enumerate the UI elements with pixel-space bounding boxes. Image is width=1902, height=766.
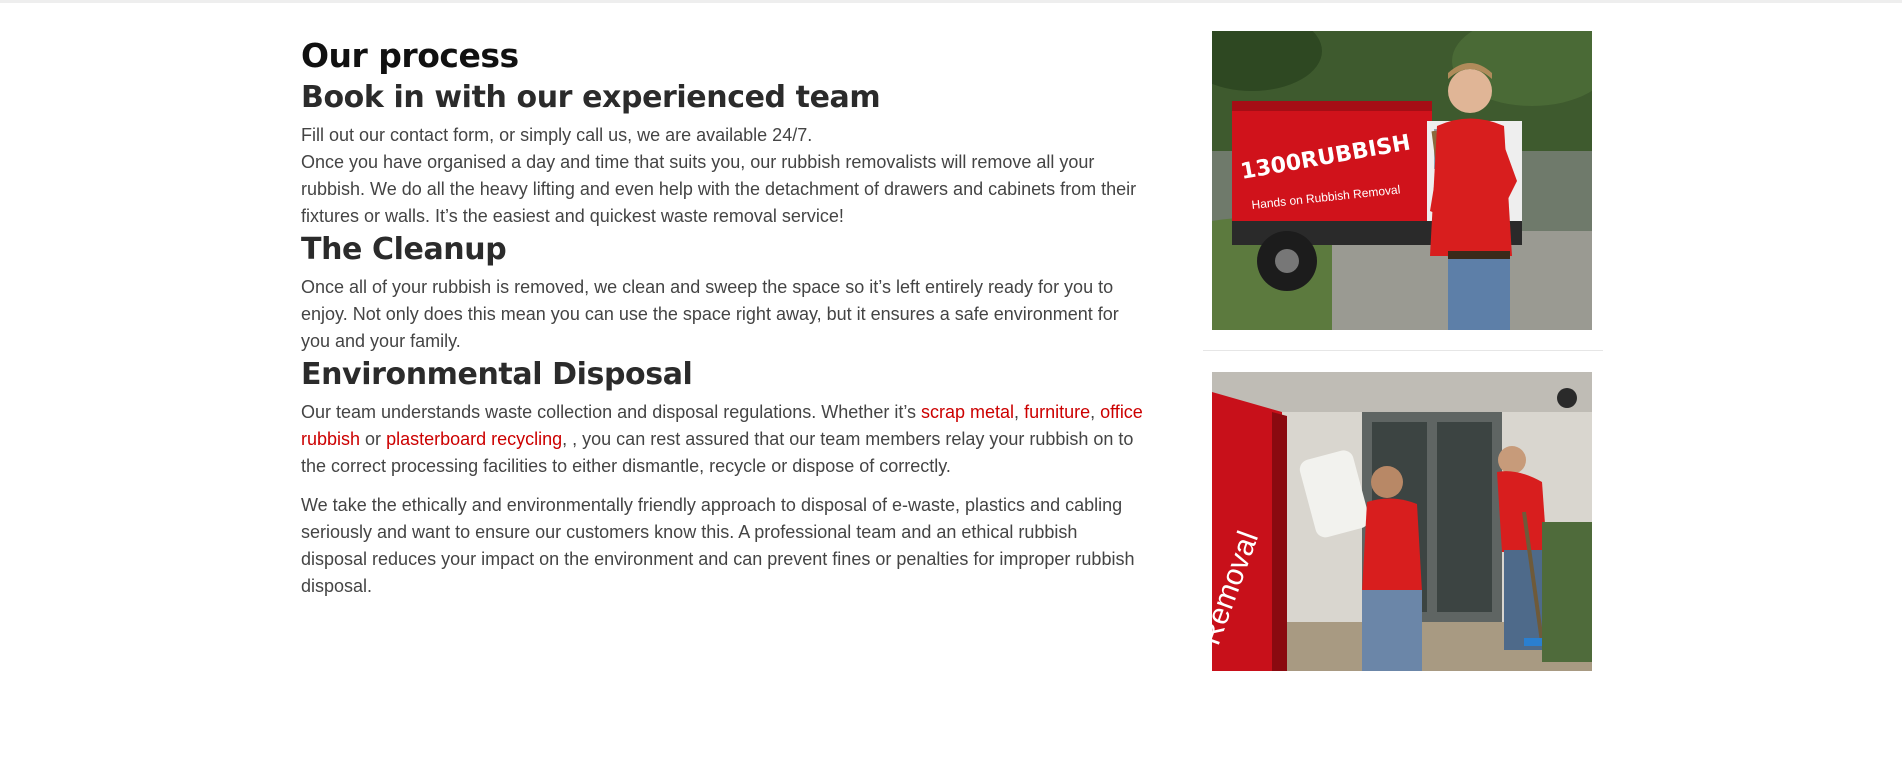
section-text: Fill out our contact form, or simply cal… — [301, 122, 1146, 230]
sidebar-divider — [1203, 350, 1603, 351]
section-heading: The Cleanup — [301, 232, 507, 267]
sidebar: 1300RUBBISH Hands on Rubbish Removal Rem… — [1203, 0, 1603, 766]
section-cleanup: The Cleanup Once all of your rubbish is … — [301, 230, 1146, 355]
page-title: Our process — [301, 36, 519, 75]
section-heading: Book in with our experienced team — [301, 80, 881, 115]
separator: , — [1090, 402, 1101, 422]
crew-working-illustration: Removal — [1212, 372, 1592, 671]
section-text: Once all of your rubbish is removed, we … — [301, 277, 1119, 351]
truck-worker-illustration: 1300RUBBISH Hands on Rubbish Removal — [1212, 31, 1592, 330]
section-heading: Environmental Disposal — [301, 357, 693, 392]
disposal-intro: Our team understands waste collection an… — [301, 402, 921, 422]
crew-working-photo: Removal — [1212, 372, 1592, 671]
truck-worker-photo: 1300RUBBISH Hands on Rubbish Removal — [1212, 31, 1592, 330]
separator: , — [1014, 402, 1025, 422]
section-text: We take the ethically and environmentall… — [301, 495, 1135, 596]
scrap-metal-link[interactable]: scrap metal — [921, 402, 1014, 422]
section-booking: Book in with our experienced team Fill o… — [301, 78, 1146, 230]
top-divider — [0, 0, 1902, 3]
booking-line-2: Once you have organised a day and time t… — [301, 152, 1137, 226]
separator: or — [360, 429, 387, 449]
furniture-link[interactable]: furniture — [1024, 402, 1090, 422]
plasterboard-recycling-link[interactable]: plasterboard recycling — [386, 429, 562, 449]
section-environmental-disposal: Environmental Disposal Our team understa… — [301, 355, 1146, 600]
section-text: Our team understands waste collection an… — [301, 399, 1146, 480]
main-content: Our process Book in with our experienced… — [301, 34, 1146, 600]
booking-line-1: Fill out our contact form, or simply cal… — [301, 125, 813, 145]
